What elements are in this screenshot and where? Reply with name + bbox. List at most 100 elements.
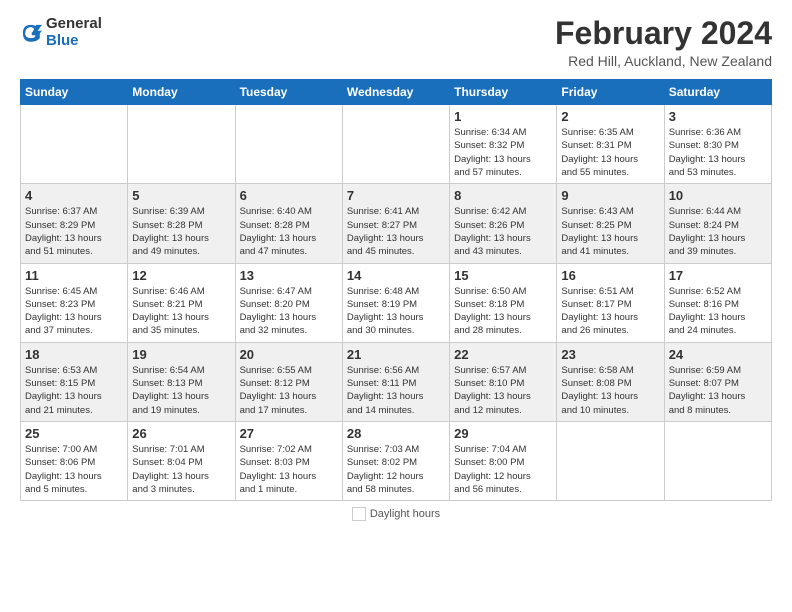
day-info: Sunrise: 6:48 AM Sunset: 8:19 PM Dayligh… [347, 285, 445, 338]
day-number: 19 [132, 347, 230, 362]
day-cell: 5 Sunrise: 6:39 AM Sunset: 8:28 PM Daylig… [128, 184, 235, 263]
day-info: Sunrise: 6:43 AM Sunset: 8:25 PM Dayligh… [561, 205, 659, 258]
day-cell: 16 Sunrise: 6:51 AM Sunset: 8:17 PM Dayli… [557, 263, 664, 342]
day-number: 15 [454, 268, 552, 283]
day-number: 25 [25, 426, 123, 441]
day-info: Sunrise: 6:57 AM Sunset: 8:10 PM Dayligh… [454, 364, 552, 417]
day-number: 18 [25, 347, 123, 362]
day-number: 5 [132, 188, 230, 203]
day-header-wednesday: Wednesday [342, 80, 449, 105]
day-header-sunday: Sunday [21, 80, 128, 105]
day-number: 3 [669, 109, 767, 124]
calendar-table: SundayMondayTuesdayWednesdayThursdayFrid… [20, 79, 772, 501]
location: Red Hill, Auckland, New Zealand [555, 53, 772, 69]
day-info: Sunrise: 6:45 AM Sunset: 8:23 PM Dayligh… [25, 285, 123, 338]
header-row: SundayMondayTuesdayWednesdayThursdayFrid… [21, 80, 772, 105]
day-cell: 22Sunrise: 6:57 AM Sunset: 8:10 PM Dayli… [450, 342, 557, 421]
day-number: 20 [240, 347, 338, 362]
day-cell: 12 Sunrise: 6:46 AM Sunset: 8:21 PM Dayli… [128, 263, 235, 342]
day-cell [235, 105, 342, 184]
day-number: 13 [240, 268, 338, 283]
day-number: 12 [132, 268, 230, 283]
day-cell: 6 Sunrise: 6:40 AM Sunset: 8:28 PM Daylig… [235, 184, 342, 263]
day-info: Sunrise: 7:04 AM Sunset: 8:00 PM Dayligh… [454, 443, 552, 496]
day-number: 29 [454, 426, 552, 441]
header: General Blue February 2024 Red Hill, Auc… [20, 16, 772, 69]
week-row-1: 1Sunrise: 6:34 AM Sunset: 8:32 PM Daylig… [21, 105, 772, 184]
day-number: 8 [454, 188, 552, 203]
logo-line1: General [46, 16, 102, 33]
day-number: 9 [561, 188, 659, 203]
day-info: Sunrise: 7:02 AM Sunset: 8:03 PM Dayligh… [240, 443, 338, 496]
day-info: Sunrise: 6:50 AM Sunset: 8:18 PM Dayligh… [454, 285, 552, 338]
title-area: February 2024 Red Hill, Auckland, New Ze… [555, 16, 772, 69]
week-row-5: 25 Sunrise: 7:00 AM Sunset: 8:06 PM Dayli… [21, 421, 772, 500]
day-info: Sunrise: 6:39 AM Sunset: 8:28 PM Dayligh… [132, 205, 230, 258]
day-cell: 18Sunrise: 6:53 AM Sunset: 8:15 PM Dayli… [21, 342, 128, 421]
day-header-friday: Friday [557, 80, 664, 105]
day-number: 10 [669, 188, 767, 203]
day-cell: 15 Sunrise: 6:50 AM Sunset: 8:18 PM Dayli… [450, 263, 557, 342]
day-cell: 23 Sunrise: 6:58 AM Sunset: 8:08 PM Dayli… [557, 342, 664, 421]
day-info: Sunrise: 6:52 AM Sunset: 8:16 PM Dayligh… [669, 285, 767, 338]
day-info: Sunrise: 6:56 AM Sunset: 8:11 PM Dayligh… [347, 364, 445, 417]
day-info: Sunrise: 6:46 AM Sunset: 8:21 PM Dayligh… [132, 285, 230, 338]
day-number: 16 [561, 268, 659, 283]
logo-line2: Blue [46, 33, 102, 50]
day-cell: 4Sunrise: 6:37 AM Sunset: 8:29 PM Daylig… [21, 184, 128, 263]
day-info: Sunrise: 6:36 AM Sunset: 8:30 PM Dayligh… [669, 126, 767, 179]
calendar-header: SundayMondayTuesdayWednesdayThursdayFrid… [21, 80, 772, 105]
day-header-monday: Monday [128, 80, 235, 105]
day-number: 26 [132, 426, 230, 441]
day-cell: 7Sunrise: 6:41 AM Sunset: 8:27 PM Daylig… [342, 184, 449, 263]
day-number: 23 [561, 347, 659, 362]
day-cell [664, 421, 771, 500]
footer: Daylight hours [20, 507, 772, 521]
day-number: 27 [240, 426, 338, 441]
day-cell: 19 Sunrise: 6:54 AM Sunset: 8:13 PM Dayli… [128, 342, 235, 421]
day-cell: 26Sunrise: 7:01 AM Sunset: 8:04 PM Dayli… [128, 421, 235, 500]
day-cell: 27 Sunrise: 7:02 AM Sunset: 8:03 PM Dayli… [235, 421, 342, 500]
day-info: Sunrise: 6:42 AM Sunset: 8:26 PM Dayligh… [454, 205, 552, 258]
day-number: 21 [347, 347, 445, 362]
day-number: 4 [25, 188, 123, 203]
day-info: Sunrise: 7:00 AM Sunset: 8:06 PM Dayligh… [25, 443, 123, 496]
week-row-2: 4Sunrise: 6:37 AM Sunset: 8:29 PM Daylig… [21, 184, 772, 263]
legend-color-light [352, 507, 366, 521]
day-cell: 10Sunrise: 6:44 AM Sunset: 8:24 PM Dayli… [664, 184, 771, 263]
day-cell: 8 Sunrise: 6:42 AM Sunset: 8:26 PM Daylig… [450, 184, 557, 263]
day-info: Sunrise: 6:59 AM Sunset: 8:07 PM Dayligh… [669, 364, 767, 417]
daylight-label: Daylight hours [370, 508, 440, 520]
logo-text: General Blue [46, 16, 102, 49]
day-cell: 11Sunrise: 6:45 AM Sunset: 8:23 PM Dayli… [21, 263, 128, 342]
day-cell: 25 Sunrise: 7:00 AM Sunset: 8:06 PM Dayli… [21, 421, 128, 500]
day-info: Sunrise: 6:55 AM Sunset: 8:12 PM Dayligh… [240, 364, 338, 417]
logo-icon [20, 22, 42, 44]
day-info: Sunrise: 6:40 AM Sunset: 8:28 PM Dayligh… [240, 205, 338, 258]
day-info: Sunrise: 6:51 AM Sunset: 8:17 PM Dayligh… [561, 285, 659, 338]
day-cell: 29 Sunrise: 7:04 AM Sunset: 8:00 PM Dayli… [450, 421, 557, 500]
week-row-4: 18Sunrise: 6:53 AM Sunset: 8:15 PM Dayli… [21, 342, 772, 421]
calendar-body: 1Sunrise: 6:34 AM Sunset: 8:32 PM Daylig… [21, 105, 772, 501]
day-cell [21, 105, 128, 184]
day-cell: 14Sunrise: 6:48 AM Sunset: 8:19 PM Dayli… [342, 263, 449, 342]
day-info: Sunrise: 6:54 AM Sunset: 8:13 PM Dayligh… [132, 364, 230, 417]
day-cell: 28Sunrise: 7:03 AM Sunset: 8:02 PM Dayli… [342, 421, 449, 500]
day-number: 28 [347, 426, 445, 441]
day-number: 24 [669, 347, 767, 362]
day-cell: 2Sunrise: 6:35 AM Sunset: 8:31 PM Daylig… [557, 105, 664, 184]
day-cell: 1Sunrise: 6:34 AM Sunset: 8:32 PM Daylig… [450, 105, 557, 184]
day-info: Sunrise: 6:35 AM Sunset: 8:31 PM Dayligh… [561, 126, 659, 179]
week-row-3: 11Sunrise: 6:45 AM Sunset: 8:23 PM Dayli… [21, 263, 772, 342]
day-header-thursday: Thursday [450, 80, 557, 105]
day-header-saturday: Saturday [664, 80, 771, 105]
day-number: 1 [454, 109, 552, 124]
day-number: 6 [240, 188, 338, 203]
day-number: 17 [669, 268, 767, 283]
day-cell [342, 105, 449, 184]
day-cell: 21 Sunrise: 6:56 AM Sunset: 8:11 PM Dayli… [342, 342, 449, 421]
day-cell: 13Sunrise: 6:47 AM Sunset: 8:20 PM Dayli… [235, 263, 342, 342]
day-cell: 17 Sunrise: 6:52 AM Sunset: 8:16 PM Dayli… [664, 263, 771, 342]
day-info: Sunrise: 6:58 AM Sunset: 8:08 PM Dayligh… [561, 364, 659, 417]
logo: General Blue [20, 16, 102, 49]
